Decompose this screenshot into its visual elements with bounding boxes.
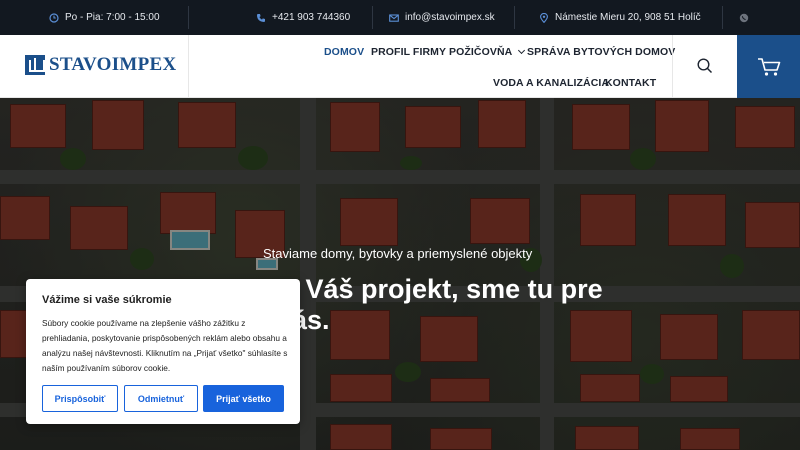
- divider: [372, 6, 373, 29]
- phone-icon: [257, 13, 265, 22]
- divider: [514, 6, 515, 29]
- nav-item-rental[interactable]: POŽIČOVŇA: [449, 46, 526, 58]
- main-header: STAVOIMPEX DOMOV PROFIL FIRMY POŽIČOVŇA …: [0, 35, 800, 98]
- divider: [672, 35, 673, 98]
- logo-icon: [25, 55, 45, 75]
- clock-icon: [49, 12, 59, 23]
- hero-subtitle: Staviame domy, bytovky a priemyslené obj…: [263, 246, 533, 261]
- site-logo[interactable]: STAVOIMPEX: [25, 54, 177, 76]
- location-icon: [540, 12, 548, 23]
- nav-item-management[interactable]: SPRÁVA BYTOVÝCH DOMOV: [527, 46, 675, 58]
- cookie-consent-banner: Vážime si vaše súkromie Súbory cookie po…: [26, 279, 300, 424]
- email-link[interactable]: info@stavoimpex.sk: [389, 0, 495, 35]
- email-icon: [389, 13, 399, 22]
- nav-item-water[interactable]: VODA A KANALIZÁCIA: [493, 77, 609, 89]
- cart-icon: [757, 57, 780, 76]
- divider: [722, 6, 723, 29]
- cart-button[interactable]: [737, 35, 800, 98]
- reject-button[interactable]: Odmietnuť: [124, 385, 198, 412]
- customize-button[interactable]: Prispôsobiť: [42, 385, 118, 412]
- address-link[interactable]: Námestie Mieru 20, 908 51 Holíč: [539, 0, 701, 35]
- accept-all-button[interactable]: Prijať všetko: [203, 385, 284, 412]
- logo-text: STAVOIMPEX: [49, 54, 177, 75]
- nav-item-rental-label: POŽIČOVŇA: [449, 46, 513, 58]
- chevron-down-icon: [518, 46, 526, 55]
- search-icon: [697, 58, 713, 74]
- address-text[interactable]: Námestie Mieru 20, 908 51 Holíč: [555, 12, 701, 23]
- search-button[interactable]: [696, 57, 714, 75]
- phone-link[interactable]: +421 903 744360: [256, 0, 350, 35]
- email-text[interactable]: info@stavoimpex.sk: [405, 12, 495, 23]
- cookie-text: Súbory cookie používame na zlepšenie váš…: [42, 318, 288, 373]
- whatsapp-link[interactable]: [739, 0, 749, 35]
- hero-title: m Váš projekt, sme tu pre Vás.: [274, 274, 603, 335]
- nav-item-contact[interactable]: KONTAKT: [605, 77, 656, 89]
- opening-hours-text: Po - Pia: 7:00 - 15:00: [65, 12, 160, 23]
- opening-hours: Po - Pia: 7:00 - 15:00: [49, 0, 160, 35]
- divider: [188, 35, 189, 98]
- whatsapp-icon: [739, 13, 749, 22]
- nav-item-home[interactable]: DOMOV: [324, 46, 364, 58]
- divider: [188, 6, 189, 29]
- nav-item-profile[interactable]: PROFIL FIRMY: [371, 46, 446, 58]
- top-info-bar: Po - Pia: 7:00 - 15:00 +421 903 744360 i…: [0, 0, 800, 35]
- phone-text[interactable]: +421 903 744360: [272, 12, 350, 23]
- cookie-title: Vážime si vaše súkromie: [42, 294, 172, 306]
